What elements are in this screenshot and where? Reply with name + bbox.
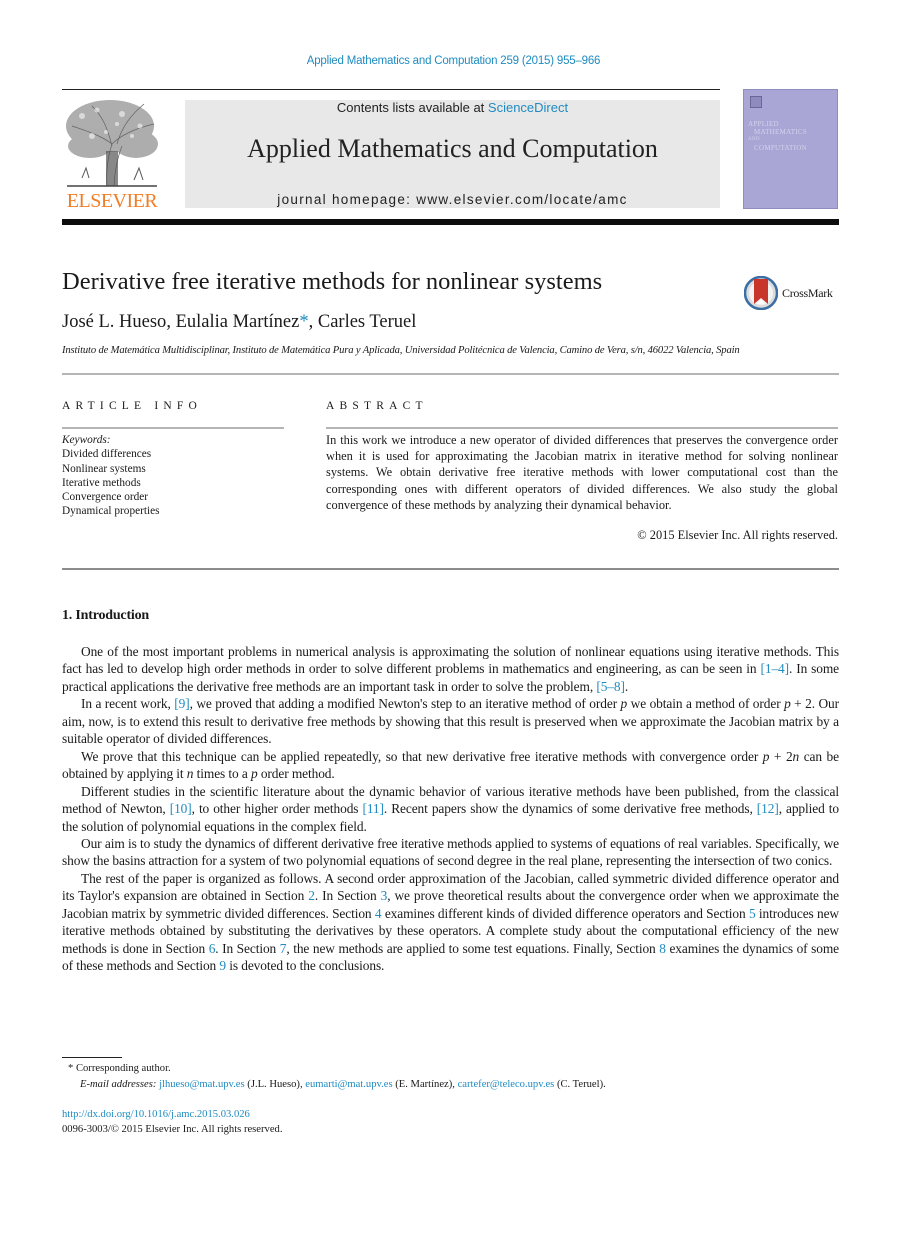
- elsevier-logo[interactable]: ELSEVIER: [62, 96, 162, 212]
- sciencedirect-link[interactable]: ScienceDirect: [488, 100, 568, 115]
- article-info-heading: ARTICLE INFO: [62, 400, 202, 412]
- math-variable: p: [784, 696, 791, 712]
- email-link[interactable]: jlhueso@mat.upv.es: [159, 1079, 245, 1090]
- author-separator: ,: [166, 312, 176, 332]
- journal-homepage[interactable]: journal homepage: www.elsevier.com/locat…: [185, 192, 720, 207]
- reference-link[interactable]: 5: [749, 906, 756, 921]
- keywords-label: Keywords:: [62, 434, 111, 446]
- header-thick-rule: [62, 219, 839, 225]
- text-run: + 2: [769, 748, 793, 764]
- footnotes: * Corresponding author. E-mail addresses…: [62, 1061, 606, 1093]
- crossmark-label: CrossMark: [782, 285, 833, 300]
- author-name: Eulalia Martínez: [175, 312, 300, 332]
- contents-line: Contents lists available at ScienceDirec…: [185, 100, 720, 115]
- reference-link[interactable]: [1–4]: [760, 661, 789, 676]
- text-run: order method.: [257, 766, 335, 782]
- reference-link[interactable]: [9]: [174, 696, 189, 711]
- keyword: Nonlinear systems: [62, 462, 146, 475]
- abstract-heading: ABSTRACT: [326, 400, 428, 412]
- cover-title-line: APPLIED: [748, 120, 779, 128]
- keyword: Convergence order: [62, 491, 149, 504]
- doi-link[interactable]: http://dx.doi.org/10.1016/j.amc.2015.03.…: [62, 1107, 282, 1122]
- footnote-rule: [62, 1057, 122, 1058]
- corresponding-author-note: * Corresponding author.: [68, 1063, 171, 1074]
- doi-block: http://dx.doi.org/10.1016/j.amc.2015.03.…: [62, 1107, 282, 1137]
- svg-text:ELSEVIER: ELSEVIER: [67, 190, 159, 210]
- reference-link[interactable]: [10]: [170, 801, 192, 816]
- divider: [62, 568, 839, 570]
- text-run: . In Section: [215, 940, 280, 956]
- cover-publisher-icon: [750, 96, 762, 108]
- crossmark-button[interactable]: CrossMark: [744, 276, 833, 310]
- reference-link[interactable]: [12]: [757, 801, 779, 816]
- text-run: . In Section: [314, 888, 381, 904]
- reference-link[interactable]: 2: [308, 888, 315, 903]
- article-title: Derivative free iterative methods for no…: [62, 268, 603, 295]
- text-run: examines differ­ent kinds of divided dif…: [381, 905, 749, 921]
- divider: [326, 427, 838, 429]
- journal-cover-thumbnail[interactable]: APPLIED MATHEMATICS AND COMPUTATION: [743, 89, 838, 209]
- email-link[interactable]: eumarti@mat.upv.es: [305, 1079, 392, 1090]
- email-owner: (E. Martínez),: [392, 1079, 458, 1090]
- paragraph: Our aim is to study the dynamics of diff…: [62, 835, 839, 870]
- text-run: , to other higher order methods: [191, 801, 363, 817]
- contents-prefix: Contents lists available at: [336, 100, 488, 115]
- email-owner: (J.L. Hueso),: [244, 1079, 306, 1090]
- text-run: is devoted to the conclusions.: [226, 958, 385, 974]
- text-run: , we proved that adding a modified Newto…: [189, 696, 621, 712]
- abstract-text: In this work we introduce a new operator…: [326, 433, 838, 512]
- text-run: .: [624, 678, 629, 694]
- author-list: José L. Hueso, Eulalia Martínez*, Carles…: [62, 312, 416, 333]
- author-name: Carles Teruel: [317, 312, 417, 332]
- text-run: Our aim is to study the dynamics of diff…: [62, 835, 839, 869]
- elsevier-tree-icon: ELSEVIER: [66, 100, 159, 212]
- journal-reference-link[interactable]: Applied Mathematics and Computation 259 …: [0, 55, 907, 67]
- email-label: E-mail addresses:: [80, 1079, 157, 1090]
- paragraph: We prove that this technique can be appl…: [62, 748, 839, 783]
- header-rule: [62, 89, 720, 90]
- reference-link[interactable]: 9: [219, 958, 226, 973]
- math-variable: p: [250, 766, 258, 782]
- text-run: . Recent papers show the dynamics of som…: [383, 801, 757, 817]
- reference-link[interactable]: [11]: [362, 801, 384, 816]
- cover-title-line: COMPUTATION: [754, 144, 807, 152]
- keyword: Iterative methods: [62, 476, 141, 489]
- keyword: Divided differences: [62, 448, 152, 461]
- crossmark-icon: [744, 276, 778, 310]
- journal-title: Applied Mathematics and Computation: [247, 134, 658, 163]
- corresponding-author-mark[interactable]: *: [299, 312, 308, 332]
- abstract-copyright: © 2015 Elsevier Inc. All rights reserved…: [637, 528, 838, 542]
- email-link[interactable]: cartefer@teleco.upv.es: [458, 1079, 555, 1090]
- text-run: , the new methods are applied to some te…: [286, 940, 660, 956]
- cover-title-line: AND: [748, 137, 760, 142]
- keywords-list: Keywords: Divided differences Nonlinear …: [62, 433, 160, 519]
- text-run: We prove that this technique can be appl…: [81, 748, 763, 764]
- paragraph: Different studies in the scientific lite…: [62, 783, 839, 835]
- reference-link[interactable]: 8: [659, 941, 666, 956]
- paragraph: In a recent work, [9], we proved that ad…: [62, 695, 839, 747]
- journal-banner: Contents lists available at ScienceDirec…: [185, 100, 720, 208]
- keyword: Dynamical properties: [62, 505, 160, 518]
- issn-copyright: 0096-3003/© 2015 Elsevier Inc. All right…: [62, 1124, 283, 1135]
- divider: [62, 427, 284, 429]
- text-run: times to a: [193, 766, 251, 782]
- section-heading: 1. Introduction: [62, 608, 149, 623]
- email-line: E-mail addresses: jlhueso@mat.upv.es (J.…: [62, 1077, 606, 1093]
- divider: [62, 373, 839, 375]
- text-run: In a recent work,: [81, 696, 175, 712]
- section-body: One of the most important problems in nu…: [62, 643, 839, 975]
- text-run: One of the most important problems in nu…: [62, 644, 839, 677]
- author-name: José L. Hueso: [62, 312, 167, 332]
- text-run: we obtain a method of order: [627, 696, 785, 712]
- author-separator: ,: [308, 312, 318, 332]
- paragraph: One of the most important problems in nu…: [62, 643, 839, 695]
- cover-title-line: MATHEMATICS: [754, 128, 808, 136]
- paragraph: The rest of the paper is organized as fo…: [62, 870, 839, 975]
- email-owner: (C. Teruel).: [554, 1079, 606, 1090]
- reference-link[interactable]: [5–8]: [596, 679, 625, 694]
- affiliation: Instituto de Matemática Multidisciplinar…: [62, 345, 740, 356]
